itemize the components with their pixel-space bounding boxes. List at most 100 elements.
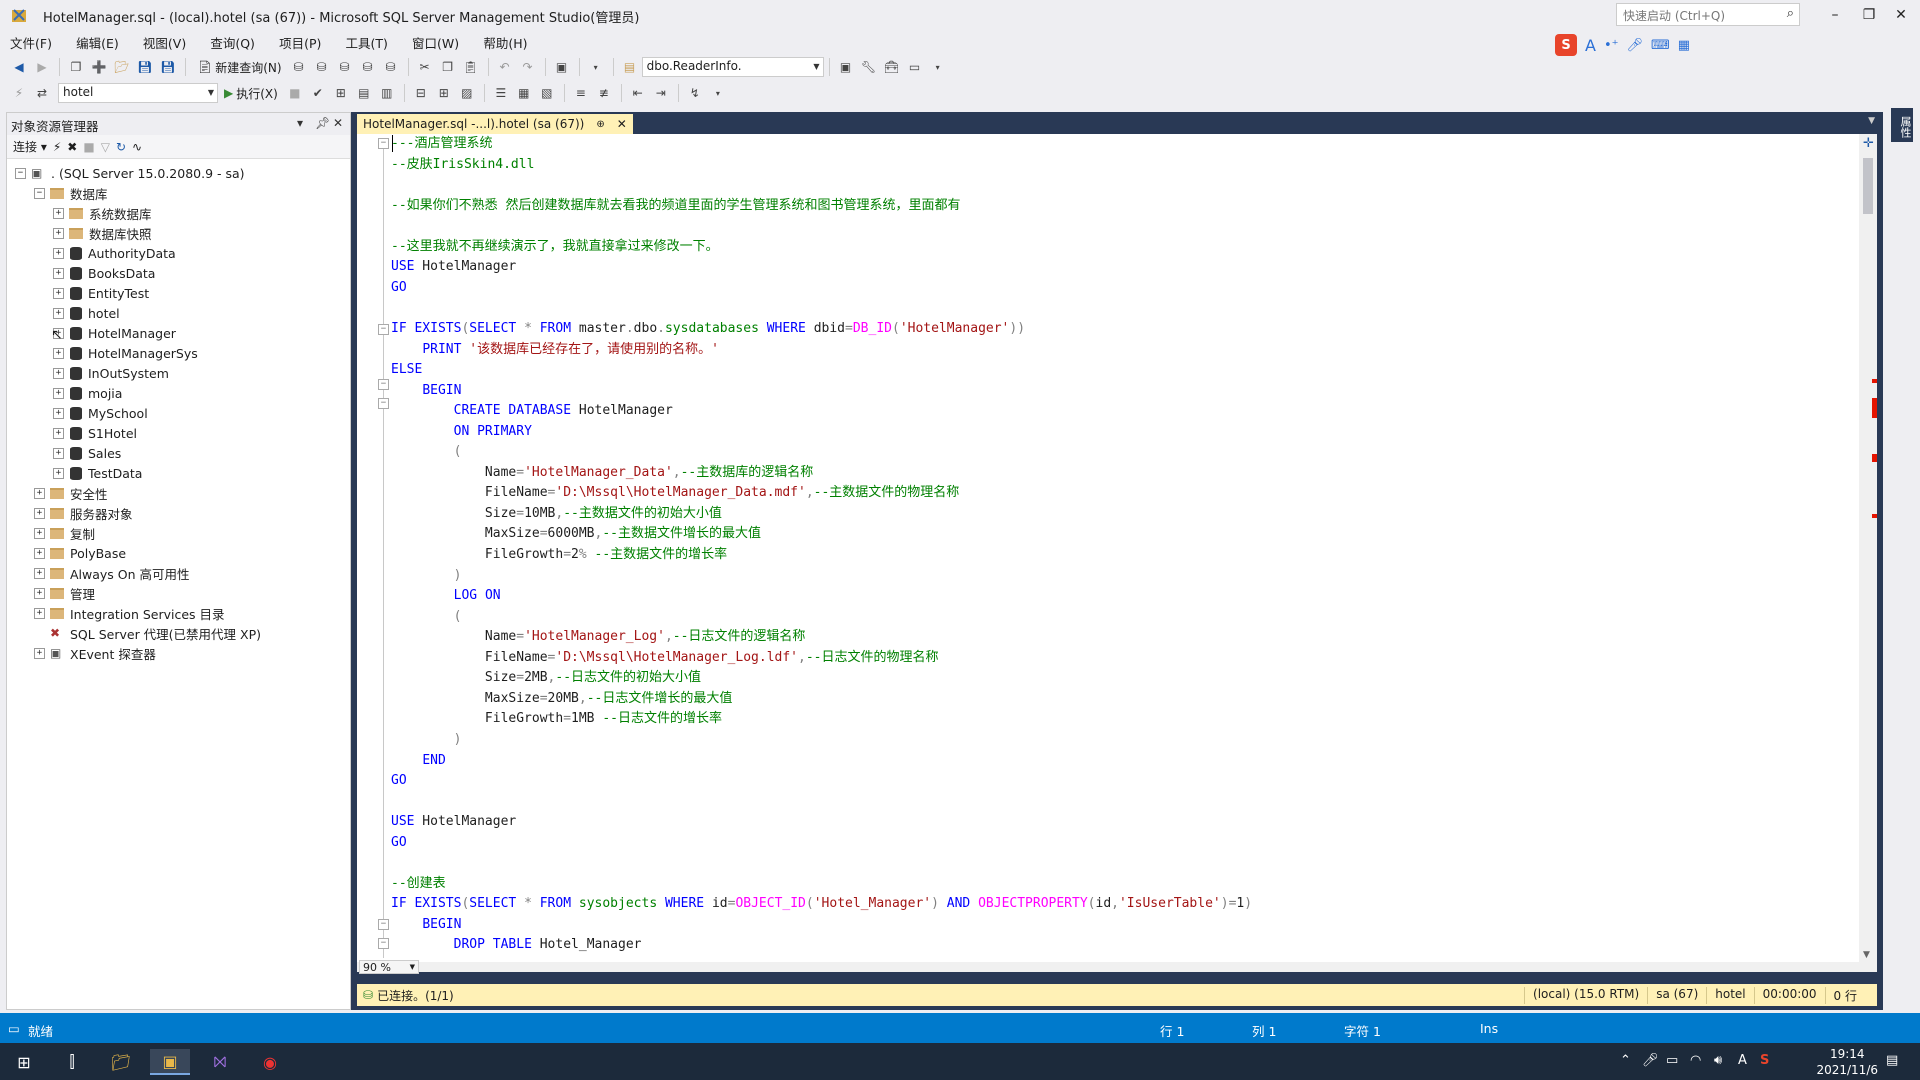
- code-line[interactable]: BEGIN: [391, 916, 461, 934]
- code-line[interactable]: Size=10MB,--主数据文件的初始大小值: [391, 505, 722, 523]
- query-designer-icon[interactable]: ▤: [353, 83, 375, 103]
- window-layout-icon[interactable]: ▭: [904, 57, 926, 77]
- object-combo[interactable]: dbo.ReaderInfo. ▼: [641, 57, 824, 77]
- activity-monitor-icon[interactable]: ∿: [132, 140, 142, 154]
- split-editor-icon[interactable]: ✛: [1863, 136, 1874, 151]
- decrease-indent-icon[interactable]: ⇤: [627, 83, 649, 103]
- ime-grid-icon[interactable]: ▦: [1678, 38, 1690, 53]
- menu-tools[interactable]: 工具(T): [336, 31, 398, 52]
- expand-icon[interactable]: +: [53, 407, 64, 419]
- expand-icon[interactable]: +: [53, 447, 64, 459]
- taskbar-clock[interactable]: 19:14 2021/11/6: [1816, 1046, 1878, 1078]
- properties-side-tab[interactable]: 属性: [1891, 108, 1913, 142]
- tree-node-management[interactable]: + 管理: [34, 583, 95, 603]
- tree-node-server[interactable]: − ▣ . (SQL Server 15.0.2080.9 - sa): [15, 163, 245, 183]
- scrollbar-thumb[interactable]: [1863, 158, 1873, 214]
- stop-icon[interactable]: ■: [284, 83, 306, 103]
- pin-tab-icon[interactable]: ⊕: [596, 119, 604, 130]
- parse-check-icon[interactable]: ✔: [307, 83, 329, 103]
- zoom-combo[interactable]: 90 % ▼: [359, 960, 419, 974]
- code-line[interactable]: (: [391, 608, 462, 626]
- tree-node-database[interactable]: + InOutSystem: [53, 363, 169, 383]
- expand-icon[interactable]: +: [34, 567, 45, 579]
- expand-icon[interactable]: +: [53, 367, 64, 379]
- code-line[interactable]: --如果你们不熟悉 然后创建数据库就去看我的频道里面的学生管理系统和图书管理系统…: [391, 197, 960, 215]
- code-line[interactable]: PRINT '该数据库已经存在了，请使用别的名称。': [391, 341, 719, 359]
- save-all-icon[interactable]: 💾︎: [157, 57, 179, 77]
- connect-icon[interactable]: ⚡: [8, 83, 30, 103]
- specify-values-icon[interactable]: ↯: [684, 83, 706, 103]
- uncomment-lines-icon[interactable]: ≢: [593, 83, 615, 103]
- code-line[interactable]: IF EXISTS(SELECT * FROM sysobjects WHERE…: [391, 895, 1252, 913]
- expand-icon[interactable]: +: [34, 647, 45, 659]
- tree-node-system-databases[interactable]: + 系统数据库: [53, 203, 152, 223]
- collapse-icon[interactable]: −: [34, 187, 45, 199]
- undo-icon[interactable]: ↶: [494, 57, 516, 77]
- menu-window[interactable]: 窗口(W): [402, 31, 469, 52]
- code-line[interactable]: ---酒店管理系统: [391, 135, 492, 153]
- expand-icon[interactable]: +: [34, 527, 45, 539]
- tray-chevron-up-icon[interactable]: ⌃: [1620, 1053, 1631, 1068]
- expand-icon[interactable]: +: [53, 207, 64, 219]
- dropdown-chevron-icon[interactable]: ▾: [585, 57, 607, 77]
- code-line[interactable]: ): [391, 567, 462, 585]
- tree-node-database[interactable]: + hotel: [53, 303, 120, 323]
- code-line[interactable]: ELSE: [391, 361, 422, 379]
- filter-icon[interactable]: ▽: [101, 140, 110, 154]
- expand-icon[interactable]: +: [53, 467, 64, 479]
- live-stats-icon[interactable]: ▨: [456, 83, 478, 103]
- new-project-icon[interactable]: ❐: [65, 57, 87, 77]
- expand-icon[interactable]: +: [53, 247, 64, 259]
- minimize-button[interactable]: –: [1816, 0, 1854, 30]
- redo-icon[interactable]: ↷: [517, 57, 539, 77]
- save-icon[interactable]: 💾︎: [134, 57, 156, 77]
- results-text-icon[interactable]: ☰: [490, 83, 512, 103]
- expand-icon[interactable]: +: [53, 227, 64, 239]
- keyboard-icon[interactable]: ⌨: [1651, 38, 1670, 53]
- tree-node-database[interactable]: + MySchool: [53, 403, 148, 423]
- tab-list-dropdown-icon[interactable]: ▼: [1868, 116, 1875, 126]
- code-line[interactable]: USE HotelManager: [391, 813, 516, 831]
- expand-icon[interactable]: +: [53, 387, 64, 399]
- db-query-icon[interactable]: ⛁: [288, 57, 310, 77]
- sogou-logo-icon[interactable]: S: [1555, 34, 1577, 56]
- code-line[interactable]: Name='HotelManager_Data',--主数据库的逻辑名称: [391, 464, 813, 482]
- code-line[interactable]: MaxSize=20MB,--日志文件增长的最大值: [391, 690, 732, 708]
- fold-toggle-icon[interactable]: −: [378, 919, 389, 930]
- tree-node-database[interactable]: + AuthorityData: [53, 243, 176, 263]
- intellisense-icon[interactable]: ⊟: [410, 83, 432, 103]
- windows-start-icon[interactable]: ⊞: [4, 1049, 44, 1075]
- file-explorer-icon[interactable]: 📁︎: [101, 1049, 141, 1075]
- tray-microphone-icon[interactable]: 🎤︎: [1642, 1053, 1659, 1068]
- tree-node-sql-agent[interactable]: ✖ SQL Server 代理(已禁用代理 XP): [50, 623, 261, 643]
- fold-toggle-icon[interactable]: −: [378, 324, 389, 335]
- ssms-taskbar-icon[interactable]: ▣: [150, 1049, 190, 1075]
- horizontal-scrollbar[interactable]: [357, 962, 1877, 972]
- results-grid-icon[interactable]: ▦: [513, 83, 535, 103]
- tree-node-database[interactable]: + BooksData: [53, 263, 155, 283]
- tree-node-database[interactable]: + TestData: [53, 463, 142, 483]
- expand-icon[interactable]: +: [34, 607, 45, 619]
- stop-icon[interactable]: ■: [83, 140, 94, 154]
- tree-node-database[interactable]: + S1Hotel: [53, 423, 137, 443]
- expand-icon[interactable]: +: [53, 307, 64, 319]
- tree-node-always-on[interactable]: + Always On 高可用性: [34, 563, 190, 583]
- code-line[interactable]: Size=2MB,--日志文件的初始大小值: [391, 669, 701, 687]
- code-line[interactable]: GO: [391, 834, 407, 852]
- code-line[interactable]: FileName='D:\Mssql\HotelManager_Log.ldf'…: [391, 649, 939, 667]
- panel-dropdown-icon[interactable]: ▾: [297, 116, 303, 130]
- quick-launch-input[interactable]: 快速启动 (Ctrl+Q) ⌕: [1616, 3, 1800, 26]
- close-panel-icon[interactable]: ✕: [333, 116, 343, 130]
- code-line[interactable]: LOG ON: [391, 587, 501, 605]
- code-line[interactable]: MaxSize=6000MB,--主数据文件增长的最大值: [391, 525, 761, 543]
- document-tab[interactable]: HotelManager.sql -...l).hotel (sa (67)) …: [357, 114, 633, 134]
- menu-project[interactable]: 项目(P): [269, 31, 331, 52]
- code-line[interactable]: CREATE DATABASE HotelManager: [391, 402, 673, 420]
- microphone-icon[interactable]: 🎤︎: [1626, 38, 1643, 53]
- expand-icon[interactable]: +: [53, 427, 64, 439]
- tree-node-database-snapshots[interactable]: + 数据库快照: [53, 223, 152, 243]
- code-line[interactable]: GO: [391, 279, 407, 297]
- disconnect-icon[interactable]: ✖: [67, 140, 77, 154]
- tray-volume-icon[interactable]: 🔊︎: [1714, 1053, 1722, 1068]
- code-line[interactable]: (: [391, 443, 462, 461]
